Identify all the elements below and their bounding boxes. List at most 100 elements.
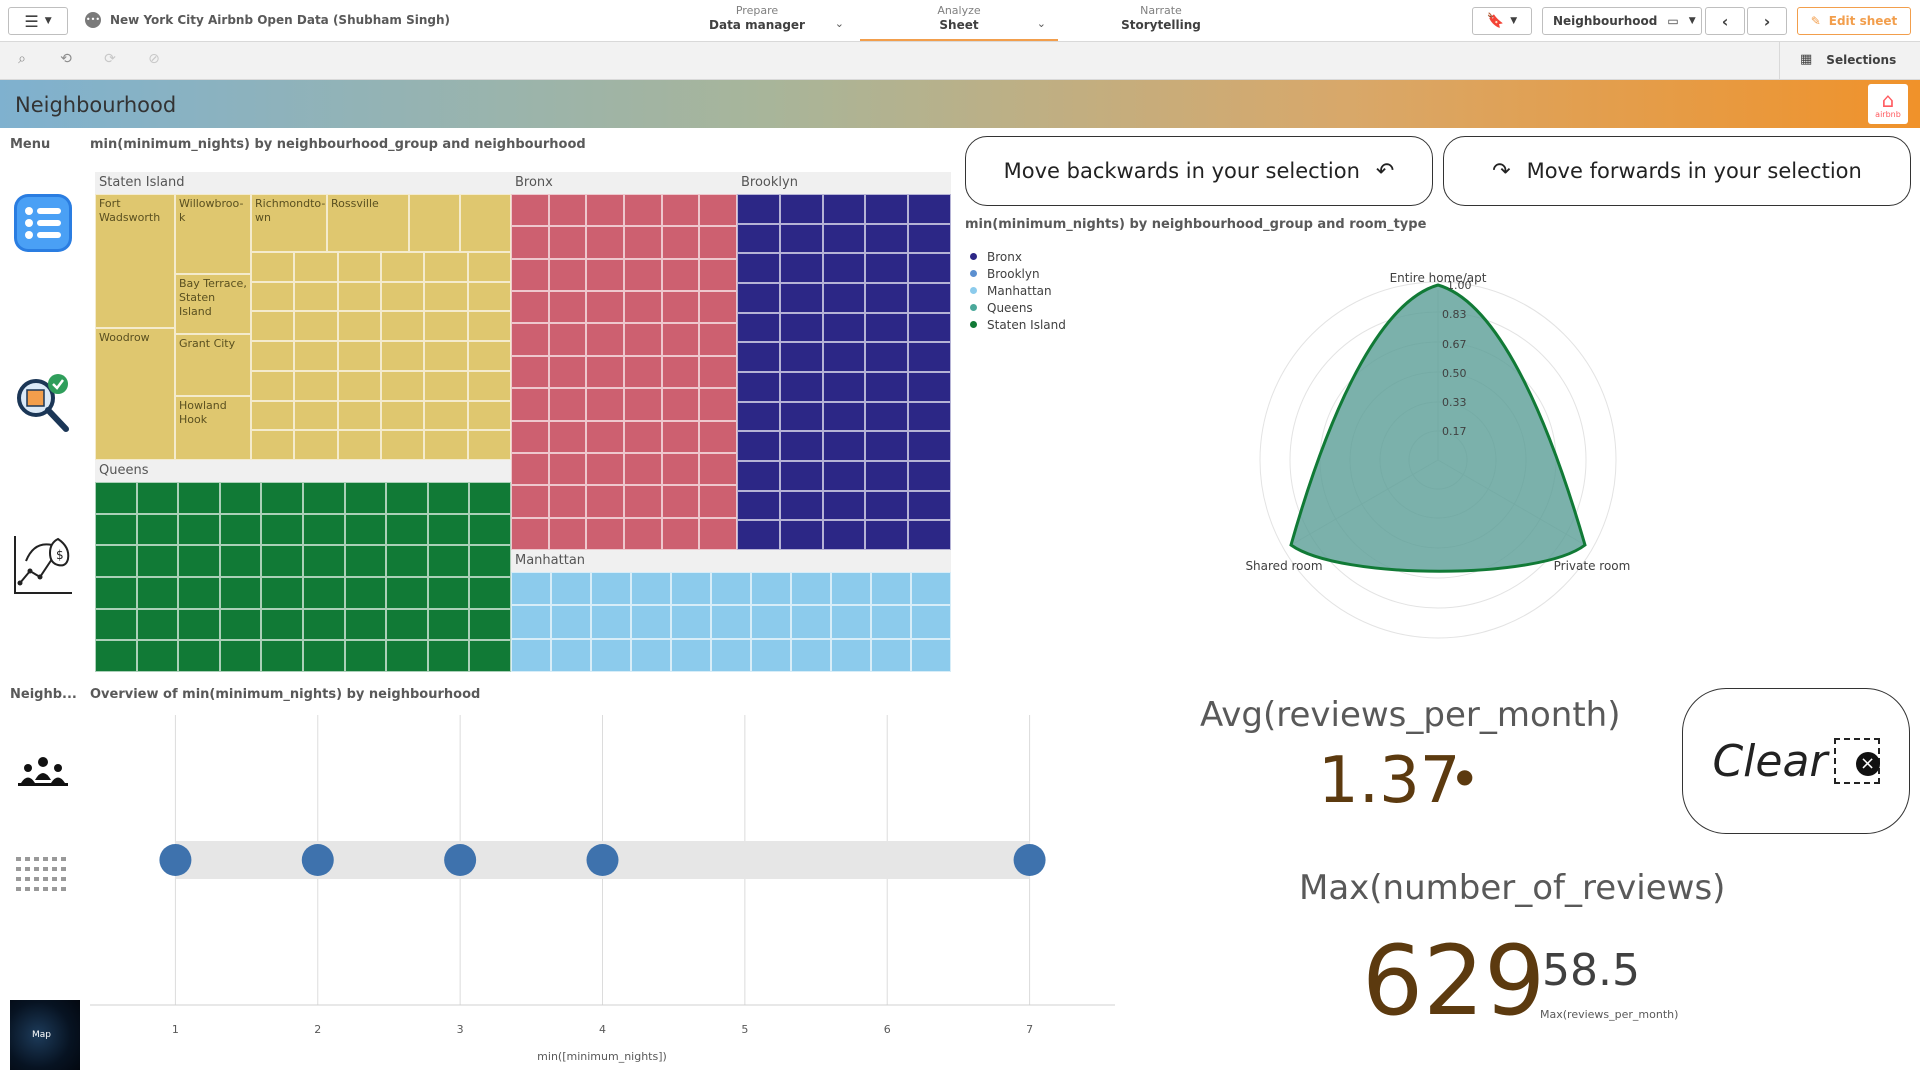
distribution-plot[interactable]: 1 2 3 4 5 6 7 min([minimum_nights]) xyxy=(90,710,1120,1065)
treemap-cell[interactable] xyxy=(737,431,780,461)
treemap-cell[interactable] xyxy=(631,605,671,639)
treemap-cell[interactable] xyxy=(511,194,549,227)
treemap-cell[interactable] xyxy=(865,520,909,550)
treemap-cell[interactable] xyxy=(381,252,425,282)
treemap-cell[interactable] xyxy=(865,461,909,491)
treemap-group-staten-island[interactable]: Staten Island Fort Wadsworth Woodrow Wil… xyxy=(95,172,511,460)
treemap-cell[interactable] xyxy=(822,342,866,372)
treemap-cell[interactable] xyxy=(908,342,951,372)
treemap-cell[interactable] xyxy=(548,485,587,518)
treemap-cell[interactable] xyxy=(737,520,780,550)
treemap-cell[interactable] xyxy=(424,430,468,460)
treemap-group-queens[interactable]: Queens xyxy=(95,460,511,672)
treemap-cell[interactable] xyxy=(779,372,823,402)
treemap-cell[interactable] xyxy=(822,283,866,313)
treemap-cell[interactable] xyxy=(548,226,587,259)
treemap-cell[interactable] xyxy=(711,605,751,639)
step-forward-icon[interactable]: ⟳ xyxy=(100,51,120,71)
treemap-cell[interactable] xyxy=(469,482,511,514)
treemap-group-manhattan[interactable]: Manhattan xyxy=(511,550,951,672)
treemap-cell[interactable] xyxy=(261,545,303,577)
treemap-cell[interactable] xyxy=(424,281,468,312)
treemap-cell[interactable] xyxy=(737,223,780,254)
treemap-cell[interactable] xyxy=(699,452,737,486)
treemap-cell[interactable] xyxy=(469,640,511,672)
treemap-cell[interactable] xyxy=(337,430,381,460)
treemap-cell[interactable] xyxy=(251,400,295,431)
treemap-cell[interactable] xyxy=(551,605,591,639)
edit-sheet-button[interactable]: ✎ Edit sheet xyxy=(1797,7,1911,35)
chevron-down-icon[interactable]: ⌄ xyxy=(835,17,844,30)
treemap-cell[interactable] xyxy=(548,420,587,453)
treemap-cell[interactable] xyxy=(661,226,700,259)
treemap-cell[interactable] xyxy=(548,452,587,486)
treemap-cell[interactable] xyxy=(261,482,303,514)
treemap-cell[interactable] xyxy=(699,420,737,453)
treemap-cell[interactable] xyxy=(427,608,470,641)
treemap-cell[interactable] xyxy=(136,513,179,546)
treemap-cell[interactable] xyxy=(822,401,866,432)
treemap-cell[interactable] xyxy=(908,223,951,254)
icon-grid-icon[interactable] xyxy=(12,855,74,901)
treemap-cell[interactable] xyxy=(469,545,511,577)
treemap-cell[interactable] xyxy=(424,311,468,342)
treemap-cell[interactable] xyxy=(386,640,428,672)
treemap-cell[interactable] xyxy=(911,572,951,606)
treemap-cell[interactable] xyxy=(779,312,823,343)
step-back-icon[interactable]: ⟲ xyxy=(56,51,76,71)
legend-item-bronx[interactable]: Bronx xyxy=(970,248,1066,265)
treemap-cell[interactable] xyxy=(303,577,345,609)
move-forwards-button[interactable]: ↷ Move forwards in your selection xyxy=(1443,136,1911,206)
treemap-cell[interactable] xyxy=(911,638,951,672)
treemap-cell[interactable] xyxy=(344,545,387,577)
treemap-cell[interactable] xyxy=(469,513,511,546)
treemap-cell[interactable] xyxy=(671,572,711,606)
treemap-cell[interactable] xyxy=(751,572,791,606)
treemap-cell[interactable] xyxy=(424,341,468,371)
treemap-cell-grant-city[interactable]: Grant City xyxy=(175,334,251,396)
treemap-cell[interactable] xyxy=(751,605,791,639)
treemap-cell[interactable] xyxy=(219,513,262,546)
clear-selections-icon[interactable]: ⊘ xyxy=(144,51,164,71)
treemap-cell[interactable] xyxy=(424,370,468,401)
treemap-cell[interactable] xyxy=(822,223,866,254)
treemap-cell[interactable] xyxy=(699,388,737,421)
treemap-cell[interactable] xyxy=(624,258,662,292)
treemap-cell[interactable] xyxy=(219,577,262,609)
treemap-cell[interactable] xyxy=(337,341,381,371)
treemap-cell[interactable] xyxy=(865,312,909,343)
treemap-cell[interactable] xyxy=(779,461,823,491)
treemap-cell[interactable] xyxy=(427,640,470,672)
treemap-cell[interactable] xyxy=(511,258,549,292)
legend-item-queens[interactable]: Queens xyxy=(970,299,1066,316)
treemap-cell[interactable] xyxy=(511,291,549,324)
treemap-cell[interactable] xyxy=(711,638,751,672)
treemap-cell[interactable] xyxy=(178,577,220,609)
treemap-cell[interactable] xyxy=(586,323,624,356)
radar-series-shape[interactable] xyxy=(1289,283,1587,573)
treemap-cell[interactable] xyxy=(624,226,662,259)
treemap-cell[interactable] xyxy=(822,431,866,461)
treemap-cell-fort-wadsworth[interactable]: Fort Wadsworth xyxy=(95,194,175,328)
treemap-cell[interactable] xyxy=(791,638,831,672)
treemap-cell[interactable] xyxy=(671,605,711,639)
treemap-cell[interactable] xyxy=(467,341,511,371)
treemap-cell[interactable] xyxy=(344,608,387,641)
list-menu-icon[interactable] xyxy=(12,192,74,254)
treemap-cell[interactable] xyxy=(251,311,295,342)
treemap-cell[interactable] xyxy=(779,342,823,372)
treemap-cell[interactable] xyxy=(548,194,587,227)
treemap-cell[interactable] xyxy=(779,490,823,521)
treemap-cell[interactable] xyxy=(661,517,700,550)
smart-search-icon[interactable]: ⌕ xyxy=(12,51,32,71)
clear-button[interactable]: Clear × xyxy=(1682,688,1910,834)
treemap-cell[interactable] xyxy=(511,572,551,606)
treemap-cell[interactable] xyxy=(831,638,871,672)
treemap-cell[interactable] xyxy=(779,253,823,283)
treemap-cell[interactable] xyxy=(586,388,624,421)
treemap-cell[interactable] xyxy=(661,291,700,324)
data-point[interactable] xyxy=(1013,844,1046,876)
treemap-cell[interactable] xyxy=(427,513,470,546)
treemap-cell[interactable] xyxy=(822,253,866,283)
treemap-cell[interactable] xyxy=(908,194,951,224)
